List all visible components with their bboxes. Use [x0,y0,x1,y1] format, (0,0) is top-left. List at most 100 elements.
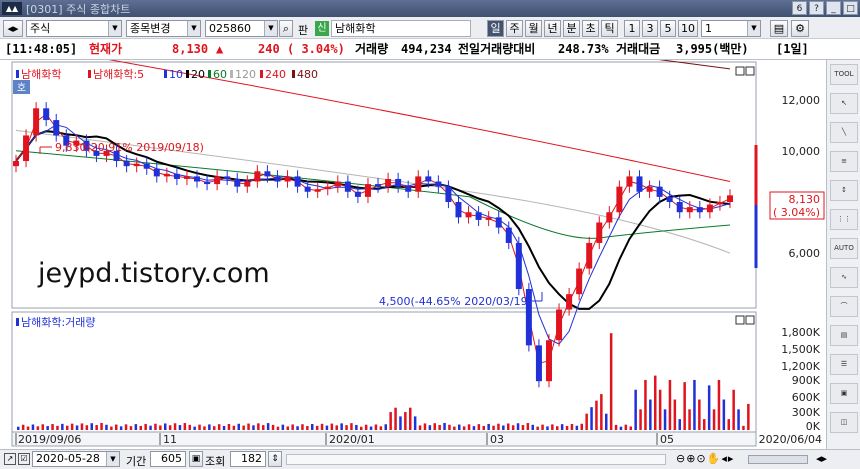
tab-year[interactable]: 년 [544,20,561,37]
volume-bar [369,426,373,430]
volume-legend: 남해화학:거래량 [21,315,96,329]
stock-code-input[interactable]: 025860 ▼ [205,20,278,37]
slider-arrows-icon[interactable]: ◂▸ [816,452,827,465]
tab-month[interactable]: 월 [525,20,542,37]
volume-bar [193,426,196,430]
volume-pane-restore-icon[interactable] [735,315,745,325]
minimize-button[interactable]: _ [826,1,841,15]
market-select[interactable]: 주식 ▼ [26,20,122,37]
chart-tool-2-icon[interactable]: ╲ [830,122,858,143]
volume-bar [546,426,549,430]
expand-icon[interactable]: ↗ [4,453,16,465]
calendar-checkbox[interactable]: ☑ [18,453,30,465]
chart-tool-9-icon[interactable]: ▤ [830,325,858,346]
n-button-5[interactable]: 5 [660,20,676,37]
volume-bar [286,426,289,430]
n-button-10[interactable]: 10 [678,20,698,37]
candle-body [183,176,190,179]
tab-day[interactable]: 일 [487,20,504,37]
stock-name-field: 남해화학 [331,20,471,37]
candle-body [696,207,703,213]
volume-bar [247,423,250,430]
candle-body [294,176,301,187]
vol-label-900k: 900K [792,374,821,387]
amount-value: 3,995(백만) [676,42,749,56]
chevron-down-icon[interactable]: ▼ [747,21,760,36]
change-item-select[interactable]: 종목변경 ▼ [126,20,201,37]
tab-minute[interactable]: 분 [563,20,580,37]
chart-tool-5-icon[interactable]: ⋮⋮ [830,209,858,230]
volume-bar [384,424,387,430]
candle-body [545,340,552,382]
stock-chart[interactable]: 8,130 ( 3.04%) 남해화학 남해화학:5 10 20 60 120 … [0,60,860,469]
volume-bar [600,394,603,430]
x-label-0: 2019/09/06 [18,433,81,446]
candle-body [445,186,452,202]
volume-bar [325,425,329,430]
chart-tool-1-icon[interactable]: ↖ [830,93,858,114]
arrows-icon[interactable]: ◂▸ [3,20,23,37]
window-title: [0301] 주식 종합차트 [26,3,131,16]
volume-bar [217,424,221,430]
chart-tool-7-icon[interactable]: ∿ [830,267,858,288]
n-button-1[interactable]: 1 [624,20,640,37]
volume-pane-close-icon[interactable] [745,315,755,325]
vol-label-1800k: 1,800K [781,326,820,339]
volume-bar [345,425,348,430]
tab-second[interactable]: 초 [582,20,599,37]
pane-close-icon[interactable] [745,66,755,76]
tab-tick[interactable]: 틱 [601,20,618,37]
volume-bar [237,423,240,430]
chevron-down-icon[interactable]: ▼ [187,21,200,36]
volume-bar [712,409,716,430]
volume-bar [374,424,378,430]
date-input[interactable]: 2020-05-28 ▼ [32,451,120,467]
n-value-select[interactable]: 1 ▼ [701,20,761,37]
chevron-down-icon[interactable]: ▼ [264,21,277,36]
window-titlebar: ▲▲ [0301] 주식 종합차트 6 ? _ □ [0,0,860,17]
chart-tool-0-icon[interactable]: TOOL [830,64,858,85]
chart-tool-12-icon[interactable]: ◫ [830,412,858,433]
x-label-5: 2020/06/04 [759,433,822,446]
volume-bar [654,375,657,430]
chart-tool-11-icon[interactable]: ▣ [830,383,858,404]
y-label-12000: 12,000 [782,94,821,107]
volume-bar [296,426,299,430]
chevron-down-icon[interactable]: ▼ [108,21,121,36]
lookup-button[interactable]: ▣ [189,451,203,467]
chart-tool-3-icon[interactable]: ≡ [830,151,858,172]
lookup-input[interactable]: 182 [230,451,266,467]
chart-tool-10-icon[interactable]: ☰ [830,354,858,375]
candle-body [435,181,442,187]
shin-badge[interactable]: 신 [315,21,329,36]
vol-label-1200k: 1,200K [781,360,820,373]
chart-tool-6-icon[interactable]: AUTO [830,238,858,259]
maximize-button[interactable]: □ [843,1,858,15]
chevron-down-icon[interactable]: ▼ [106,452,119,466]
candle-body [234,178,241,187]
period-tag: [1일] [776,42,809,56]
horizontal-scrollbar[interactable] [286,454,666,465]
candle-body [495,217,502,228]
volume-bar [556,426,559,430]
period-input[interactable]: 605 [150,451,186,467]
save-icon[interactable]: ▤ [770,20,788,37]
zoom-slider[interactable] [748,455,808,464]
spinner-icon[interactable]: ⇕ [268,451,282,467]
chart-tool-4-icon[interactable]: ↕ [830,180,858,201]
zoom-controls[interactable]: ⊖⊕⊙✋◂▸ [676,452,734,465]
volume-bar [364,424,368,430]
chart-tool-8-icon[interactable]: ⌒ [830,296,858,317]
volume-bar [575,425,579,430]
help-button[interactable]: ? [809,1,824,15]
candle-body [626,176,633,187]
search-icon[interactable]: ⌕ [279,20,293,37]
volume-bar [507,423,510,430]
settings-icon[interactable]: ⚙ [791,20,809,37]
candle-body [43,108,50,121]
tab-week[interactable]: 주 [506,20,523,37]
prev-volume-ratio: 248.73% [558,42,609,56]
n-button-3[interactable]: 3 [642,20,658,37]
pane-restore-icon[interactable] [735,66,745,76]
link-number-button[interactable]: 6 [792,1,807,15]
